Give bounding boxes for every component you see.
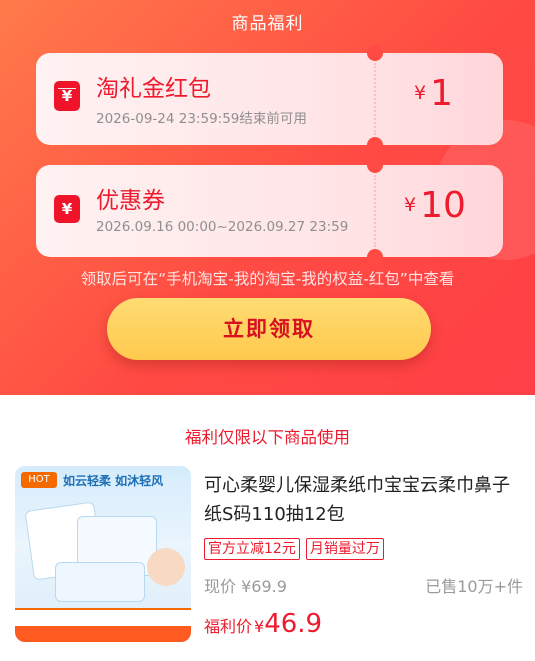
product-image[interactable]: HOT 如云轻柔 如沐轻风	[15, 466, 191, 642]
coupon-divider	[374, 63, 376, 135]
monthly-sales-badge: 月销量过万	[305, 538, 384, 560]
product-badges: 官方立减12元 月销量过万	[204, 538, 384, 560]
coupon-name: 淘礼金红包	[96, 76, 211, 102]
current-price: 现价 ¥69.9	[204, 577, 287, 596]
sold-count: 已售10万+件	[425, 577, 523, 596]
coupon-card-discount[interactable]: ¥ 优惠券 2026.09.16 00:00~2026.09.27 23:59 …	[36, 157, 503, 265]
benefit-header: 商品福利 ¥ 淘礼金红包 2026-09-24 23:59:59结束前可用 ¥1…	[0, 0, 535, 395]
claim-now-button[interactable]: 立即领取	[107, 298, 431, 360]
image-tag: HOT	[21, 472, 57, 488]
image-slogan: 如云轻柔 如沐轻风	[63, 474, 164, 488]
page-title: 商品福利	[231, 14, 304, 34]
coupon-ticket-icon: ¥	[54, 195, 80, 223]
restriction-text: 福利仅限以下商品使用	[185, 428, 350, 447]
coupon-card-taolijin[interactable]: ¥ 淘礼金红包 2026-09-24 23:59:59结束前可用 ¥1	[36, 45, 503, 153]
coupon-name: 优惠券	[96, 188, 165, 214]
coupon-validity: 2026-09-24 23:59:59结束前可用	[96, 111, 307, 127]
coupon-amount: ¥1	[414, 73, 453, 114]
coupon-amount: ¥10	[404, 185, 466, 226]
claim-note: 领取后可在“手机淘宝-我的淘宝-我的权益-红包”中查看	[80, 270, 455, 288]
product-title[interactable]: 可心柔婴儿保湿柔纸巾宝宝云柔巾鼻子纸S码110抽12包	[204, 471, 522, 529]
coupon-validity: 2026.09.16 00:00~2026.09.27 23:59	[96, 219, 349, 235]
coupon-divider	[374, 175, 376, 247]
welfare-price: 福利价 ¥46.9	[204, 609, 323, 639]
official-discount-badge: 官方立减12元	[204, 538, 300, 560]
red-packet-icon: ¥	[54, 81, 80, 111]
coupon-popup: 商品福利 ¥ 淘礼金红包 2026-09-24 23:59:59结束前可用 ¥1…	[0, 0, 535, 661]
